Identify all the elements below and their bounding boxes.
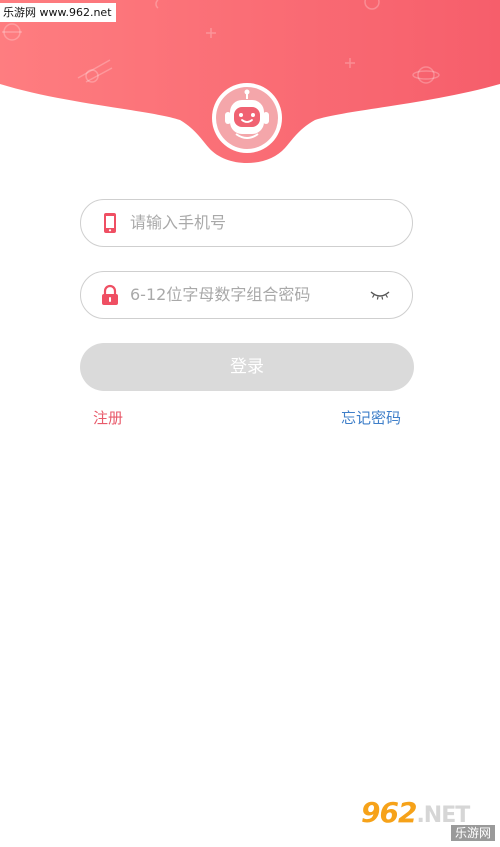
watermark-number: 962 — [361, 796, 417, 829]
watermark-sub: 乐游网 — [450, 825, 495, 841]
register-link[interactable]: 注册 — [93, 407, 123, 429]
phone-icon — [104, 213, 116, 233]
login-screen: 乐游网 www.962.net 请输入手机号 6-12位字母数字组合密码 登录 … — [0, 0, 500, 847]
eye-closed-icon[interactable] — [370, 289, 390, 301]
phone-input[interactable]: 请输入手机号 — [130, 200, 226, 246]
phone-field[interactable]: 请输入手机号 — [80, 199, 413, 247]
watermark-logo-text: 962.NET — [361, 796, 470, 829]
watermark-logo: 962.NET 乐游网 — [361, 799, 497, 841]
robot-astronaut-icon — [212, 83, 282, 153]
lock-icon — [102, 284, 118, 305]
password-input[interactable]: 6-12位字母数字组合密码 — [130, 272, 310, 318]
password-field[interactable]: 6-12位字母数字组合密码 — [80, 271, 413, 319]
forgot-password-link[interactable]: 忘记密码 — [341, 407, 401, 429]
watermark-top: 乐游网 www.962.net — [0, 3, 116, 22]
login-button[interactable]: 登录 — [80, 343, 414, 391]
